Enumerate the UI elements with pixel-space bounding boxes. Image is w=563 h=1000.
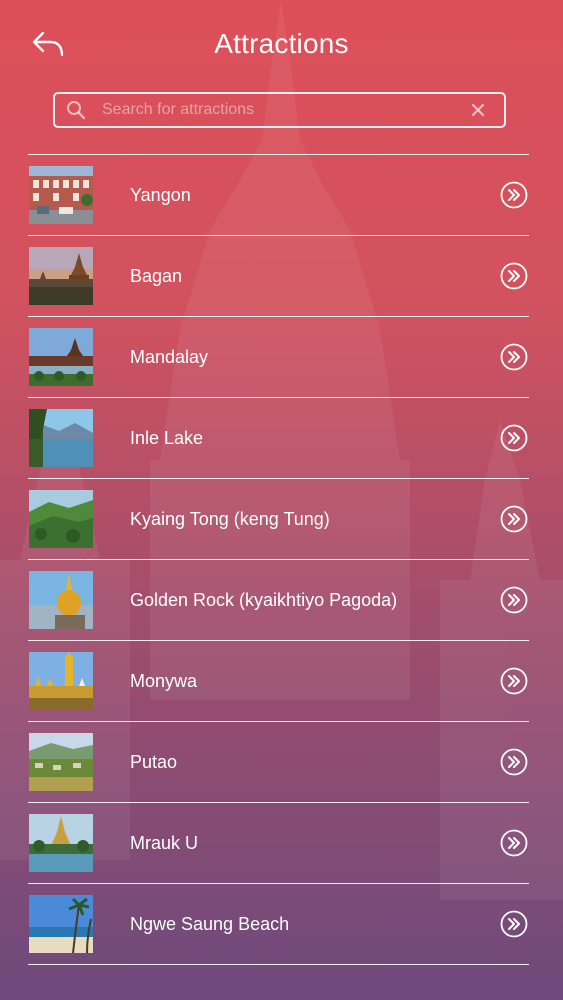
- golden-rock-photo: [29, 571, 93, 629]
- list-item-label: Kyaing Tong (keng Tung): [130, 508, 330, 529]
- double-chevron-right-icon[interactable]: [500, 343, 528, 371]
- double-chevron-right-icon[interactable]: [500, 586, 528, 614]
- list-item-label: Monywa: [130, 670, 198, 691]
- list-item-label: Inle Lake: [130, 427, 204, 448]
- list-item-bagan[interactable]: Bagan: [28, 236, 529, 317]
- list-item-mrauk-u[interactable]: Mrauk U: [28, 803, 529, 884]
- search-input[interactable]: [100, 100, 464, 120]
- colonial-street-photo: [29, 166, 93, 224]
- list-item-putao[interactable]: Putao: [28, 722, 529, 803]
- page-title: Attractions: [214, 28, 349, 59]
- double-chevron-right-icon[interactable]: [500, 424, 528, 452]
- valley-houses-photo: [29, 733, 93, 791]
- close-x-icon[interactable]: [464, 96, 492, 124]
- double-chevron-right-icon[interactable]: [500, 262, 528, 290]
- list-item-label: Bagan: [130, 265, 183, 286]
- list-item-label: Ngwe Saung Beach: [130, 913, 290, 934]
- list-item-label: Yangon: [130, 184, 191, 205]
- list-item-yangon[interactable]: Yangon: [28, 155, 529, 236]
- list-item-monywa[interactable]: Monywa: [28, 641, 529, 722]
- list-item-inle-lake[interactable]: Inle Lake: [28, 398, 529, 479]
- double-chevron-right-icon[interactable]: [500, 667, 528, 695]
- green-hills-photo: [29, 490, 93, 548]
- list-item-label: Putao: [130, 751, 178, 772]
- list-item-label: Mrauk U: [130, 832, 199, 853]
- double-chevron-right-icon[interactable]: [500, 748, 528, 776]
- list-item-kyaing-tong[interactable]: Kyaing Tong (keng Tung): [28, 479, 529, 560]
- stupa-water-photo: [29, 814, 93, 872]
- palace-moat-photo: [29, 328, 93, 386]
- double-chevron-right-icon[interactable]: [500, 505, 528, 533]
- double-chevron-right-icon[interactable]: [500, 910, 528, 938]
- list-item-ngwe-saung-beach[interactable]: Ngwe Saung Beach: [28, 884, 529, 965]
- palm-beach-photo: [29, 895, 93, 953]
- double-chevron-right-icon[interactable]: [500, 181, 528, 209]
- search-bar: [53, 92, 506, 128]
- lake-mountains-photo: [29, 409, 93, 467]
- double-chevron-right-icon[interactable]: [500, 829, 528, 857]
- golden-stupas-photo: [29, 652, 93, 710]
- list-item-mandalay[interactable]: Mandalay: [28, 317, 529, 398]
- list-item-golden-rock[interactable]: Golden Rock (kyaikhtiyo Pagoda): [28, 560, 529, 641]
- list-item-label: Golden Rock (kyaikhtiyo Pagoda): [130, 589, 398, 610]
- list-item-label: Mandalay: [130, 346, 209, 367]
- temple-sunset-photo: [29, 247, 93, 305]
- attractions-list: Yangon Bagan Mandalay Inle Lake Kyaing T…: [28, 154, 529, 965]
- header-bar: Attractions: [0, 0, 563, 90]
- magnifier-icon: [66, 100, 86, 120]
